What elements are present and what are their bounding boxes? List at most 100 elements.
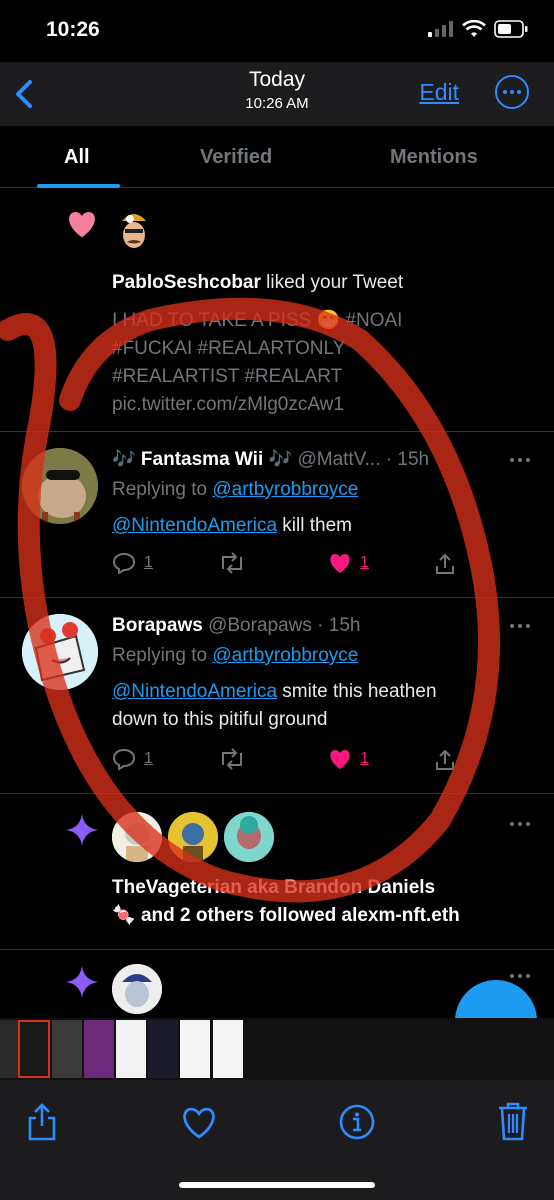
follow-notification[interactable]: TheVageterian aka Brandon Daniels 🍬 and … xyxy=(0,794,554,950)
thumbnail[interactable] xyxy=(116,1020,146,1078)
like-count: 1 xyxy=(360,554,369,571)
avatar[interactable] xyxy=(112,812,162,862)
like-notification[interactable]: PabloSeshcobar liked your Tweet I HAD TO… xyxy=(0,189,554,432)
replying-to-handle[interactable]: @artbyrobbroyce xyxy=(212,645,358,666)
liked-tweet-text: I HAD TO TAKE A PISS 😁 #NOAI #FUCKAI #RE… xyxy=(112,307,542,419)
notification-more-button[interactable] xyxy=(510,822,530,826)
mention-link[interactable]: @NintendoAmerica xyxy=(112,515,277,536)
author-handle[interactable]: @MattV... xyxy=(297,449,380,470)
tweet-line-2: #FUCKAI #REALARTONLY xyxy=(112,338,346,359)
share-icon xyxy=(436,749,454,770)
nav-title: Today xyxy=(248,68,306,91)
retweet-button[interactable] xyxy=(218,748,246,770)
like-notification-text: PabloSeshcobar liked your Tweet xyxy=(112,269,542,297)
avatar[interactable] xyxy=(224,812,274,862)
battery-icon xyxy=(494,20,528,38)
thumbnail[interactable] xyxy=(148,1020,178,1078)
tweet-body-text: smite this heathen xyxy=(277,681,437,702)
tweet-link: pic.twitter.com/zMlg0zcAw1 xyxy=(112,394,344,415)
tweet-body: @NintendoAmerica smite this heathen down… xyxy=(112,678,532,734)
replying-to-label: Replying to xyxy=(112,479,213,500)
reply-tweet[interactable]: Borapaws @Borapaws · 15h Replying to @ar… xyxy=(0,598,554,794)
avatar[interactable] xyxy=(22,614,98,690)
heart-filled-icon xyxy=(69,212,95,238)
retweet-icon xyxy=(222,552,242,574)
reply-bubble-icon xyxy=(112,552,136,574)
photo-thumbnail-strip[interactable] xyxy=(0,1018,554,1080)
replying-to: Replying to @artbyrobbroyce xyxy=(112,642,358,670)
heart-filled-icon xyxy=(330,750,350,769)
tab-all[interactable]: All xyxy=(64,146,90,169)
like-button[interactable]: 1 xyxy=(328,748,369,770)
like-button[interactable]: 1 xyxy=(328,552,369,574)
reply-tweet[interactable]: 🎶 Fantasma Wii 🎶 @MattV... · 15h Replyin… xyxy=(0,432,554,598)
replying-to-handle[interactable]: @artbyrobbroyce xyxy=(212,479,358,500)
reply-header: 🎶 Fantasma Wii 🎶 @MattV... · 15h xyxy=(112,446,492,474)
retweet-button[interactable] xyxy=(218,552,246,574)
notification-more-button[interactable] xyxy=(510,974,530,978)
favorite-heart-icon[interactable] xyxy=(180,1106,218,1140)
thumbnail[interactable] xyxy=(52,1020,82,1078)
status-time: 10:26 xyxy=(46,18,100,41)
avatar-cartoon-icon xyxy=(22,614,98,690)
reply-button[interactable]: 1 xyxy=(112,748,153,770)
like-action-text: liked your Tweet xyxy=(260,272,404,293)
trash-icon[interactable] xyxy=(497,1102,529,1142)
photo-toolbar xyxy=(0,1080,554,1200)
avatar[interactable] xyxy=(112,209,156,253)
sparkle-icon xyxy=(66,966,98,998)
follow-text: TheVageterian aka Brandon Daniels 🍬 and … xyxy=(112,874,542,930)
more-options-button[interactable] xyxy=(495,75,529,109)
avatar-cartoon-icon xyxy=(112,964,162,1014)
reply-button[interactable]: 1 xyxy=(112,552,153,574)
home-indicator xyxy=(179,1182,375,1188)
avatar-cartoon-icon xyxy=(112,812,162,862)
status-bar: 10:26 xyxy=(0,0,554,62)
tab-mentions[interactable]: Mentions xyxy=(390,146,478,169)
thumbnail[interactable] xyxy=(213,1020,243,1078)
avatar-cartoon-icon xyxy=(224,812,274,862)
follower-names[interactable]: TheVageterian aka Brandon Daniels xyxy=(112,874,542,902)
tweet-body-text-line2: down to this pitiful ground xyxy=(112,709,328,730)
tab-verified[interactable]: Verified xyxy=(200,146,272,169)
nav-subtitle: 10:26 AM xyxy=(245,95,309,112)
reply-bubble-icon xyxy=(112,748,136,770)
reply-header: Borapaws @Borapaws · 15h xyxy=(112,612,492,640)
like-count: 1 xyxy=(360,750,369,767)
follow-action-text: and 2 others followed xyxy=(135,905,342,926)
thumbnail[interactable] xyxy=(84,1020,114,1078)
avatar[interactable] xyxy=(112,964,162,1014)
thumbnail[interactable] xyxy=(18,1020,50,1078)
avatar-photo-icon xyxy=(22,448,98,524)
thumbnail[interactable] xyxy=(262,1020,292,1078)
reply-count: 1 xyxy=(144,750,153,767)
tweet-actions: 1 1 xyxy=(112,748,472,778)
avatar-cartoon-icon xyxy=(168,812,218,862)
tweet-time: · 15h xyxy=(385,449,430,470)
active-tab-indicator xyxy=(37,184,120,188)
tweet-line-3: #REALARTIST #REALART xyxy=(112,366,343,387)
avatar[interactable] xyxy=(22,448,98,524)
share-icon xyxy=(436,553,454,574)
avatar-cartoon-icon xyxy=(122,214,146,248)
author-name[interactable]: 🎶 Fantasma Wii 🎶 xyxy=(112,449,292,470)
share-icon[interactable] xyxy=(26,1102,58,1142)
mention-link[interactable]: @NintendoAmerica xyxy=(112,681,277,702)
avatar[interactable] xyxy=(168,812,218,862)
share-button[interactable] xyxy=(434,748,456,772)
photo-viewer-header: Today 10:26 AM Edit xyxy=(0,62,554,126)
edit-button[interactable]: Edit xyxy=(419,79,459,106)
tweet-more-button[interactable] xyxy=(510,458,530,462)
share-button[interactable] xyxy=(434,552,456,576)
thumbnail[interactable] xyxy=(180,1020,210,1078)
retweet-icon xyxy=(222,748,242,770)
wifi-icon xyxy=(462,20,486,37)
heart-filled-icon xyxy=(330,554,350,573)
followed-account[interactable]: alexm-nft.eth xyxy=(342,905,460,926)
liker-name[interactable]: PabloSeshcobar xyxy=(112,272,261,293)
author-name[interactable]: Borapaws xyxy=(112,615,203,636)
tweet-body: @NintendoAmerica kill them xyxy=(112,512,352,540)
author-handle[interactable]: @Borapaws xyxy=(208,615,312,636)
info-icon[interactable] xyxy=(339,1104,375,1140)
tweet-more-button[interactable] xyxy=(510,624,530,628)
